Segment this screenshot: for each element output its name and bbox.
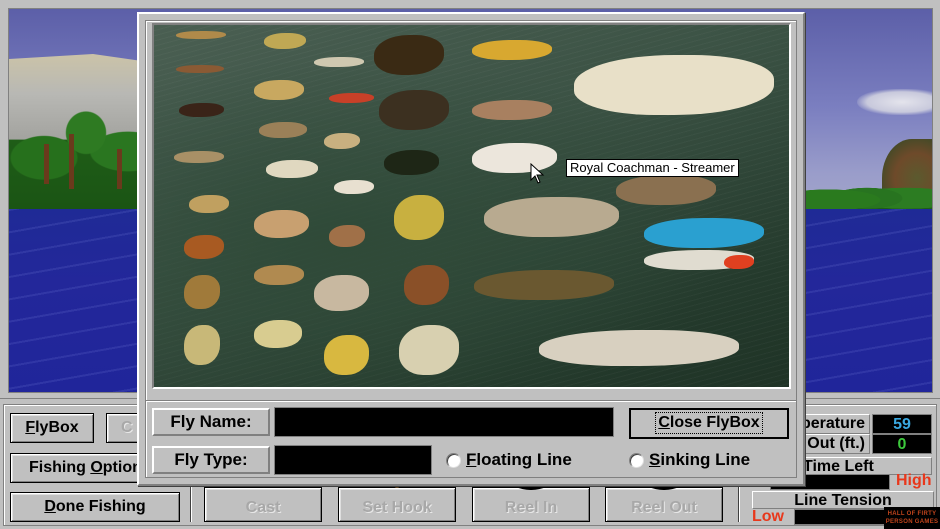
fly[interactable] xyxy=(184,235,224,259)
fly[interactable] xyxy=(264,33,306,49)
fly[interactable] xyxy=(539,330,739,366)
fly[interactable] xyxy=(254,80,304,100)
tree-trunk xyxy=(44,144,49,184)
cast-button[interactable]: Cast xyxy=(204,482,322,522)
time-left-high-label: High xyxy=(896,472,932,489)
fly[interactable] xyxy=(324,133,360,149)
floating-line-radio[interactable]: Floating Line xyxy=(446,448,572,472)
fly[interactable] xyxy=(174,151,224,163)
fly-type-label: Fly Type: xyxy=(152,446,270,474)
fly-tooltip: Royal Coachman - Streamer xyxy=(566,159,739,177)
divider xyxy=(190,486,192,522)
fly[interactable] xyxy=(616,175,716,205)
tree-trunk xyxy=(117,149,122,189)
fly[interactable] xyxy=(189,195,229,213)
reel-in-button[interactable]: Reel In xyxy=(472,483,590,522)
line-out-value: 0 xyxy=(872,434,932,454)
fly[interactable] xyxy=(254,265,304,285)
fly-name-label: Fly Name: xyxy=(152,408,270,436)
fly[interactable] xyxy=(379,90,449,130)
flybox-button[interactable]: FlyBox xyxy=(10,413,94,443)
fly[interactable] xyxy=(404,265,449,305)
done-fishing-button[interactable]: Done Fishing xyxy=(10,492,180,522)
fly[interactable] xyxy=(179,103,224,117)
fly[interactable] xyxy=(254,210,309,238)
fly[interactable] xyxy=(399,325,459,375)
cloud xyxy=(857,89,932,115)
fly-type-field xyxy=(274,445,432,475)
arrow-cursor-icon xyxy=(530,163,545,184)
divider xyxy=(738,486,740,522)
fly[interactable] xyxy=(254,320,302,348)
fly[interactable] xyxy=(574,55,774,115)
fly[interactable] xyxy=(394,195,444,240)
logo: HALL OF FIRTY PERSON GAMES xyxy=(884,507,940,529)
radio-button-icon[interactable] xyxy=(629,452,644,468)
fly[interactable] xyxy=(334,180,374,194)
fly[interactable] xyxy=(472,40,552,60)
sinking-line-radio[interactable]: Sinking Line xyxy=(629,448,750,472)
flybox-dialog: Royal Coachman - Streamer Fly Name: Clos… xyxy=(137,12,805,486)
fly-collection-image[interactable]: Royal Coachman - Streamer xyxy=(152,23,791,389)
close-flybox-button[interactable]: Close FlyBox xyxy=(629,408,789,439)
temperature-value: 59 xyxy=(872,414,932,434)
fly[interactable] xyxy=(484,197,619,237)
fly-info-area: Fly Name: Close FlyBox Fly Type: Floatin… xyxy=(145,400,797,478)
trees-left xyxy=(9,89,149,214)
set-hook-button[interactable]: Set Hook xyxy=(338,482,456,522)
fly[interactable] xyxy=(314,275,369,311)
fly-name-field xyxy=(274,407,614,437)
fly[interactable] xyxy=(184,325,220,365)
fly[interactable] xyxy=(314,57,364,67)
fly[interactable] xyxy=(474,270,614,300)
fly[interactable] xyxy=(374,35,444,75)
fly[interactable] xyxy=(329,93,374,103)
fly[interactable] xyxy=(384,150,439,175)
fly[interactable] xyxy=(724,255,754,269)
fly[interactable] xyxy=(259,122,307,138)
fly[interactable] xyxy=(266,160,318,178)
fly[interactable] xyxy=(329,225,365,247)
fly[interactable] xyxy=(176,31,226,39)
fly[interactable] xyxy=(324,335,369,375)
line-tension-meter xyxy=(794,509,894,525)
reel-out-button[interactable]: Reel Out xyxy=(605,483,723,522)
fly[interactable] xyxy=(184,275,220,309)
fly[interactable] xyxy=(176,65,224,73)
radio-button-icon[interactable] xyxy=(446,452,461,468)
fly[interactable] xyxy=(472,100,552,120)
fly[interactable] xyxy=(644,218,764,248)
tree-trunk xyxy=(69,134,74,189)
line-tension-low-label: Low xyxy=(752,508,784,525)
